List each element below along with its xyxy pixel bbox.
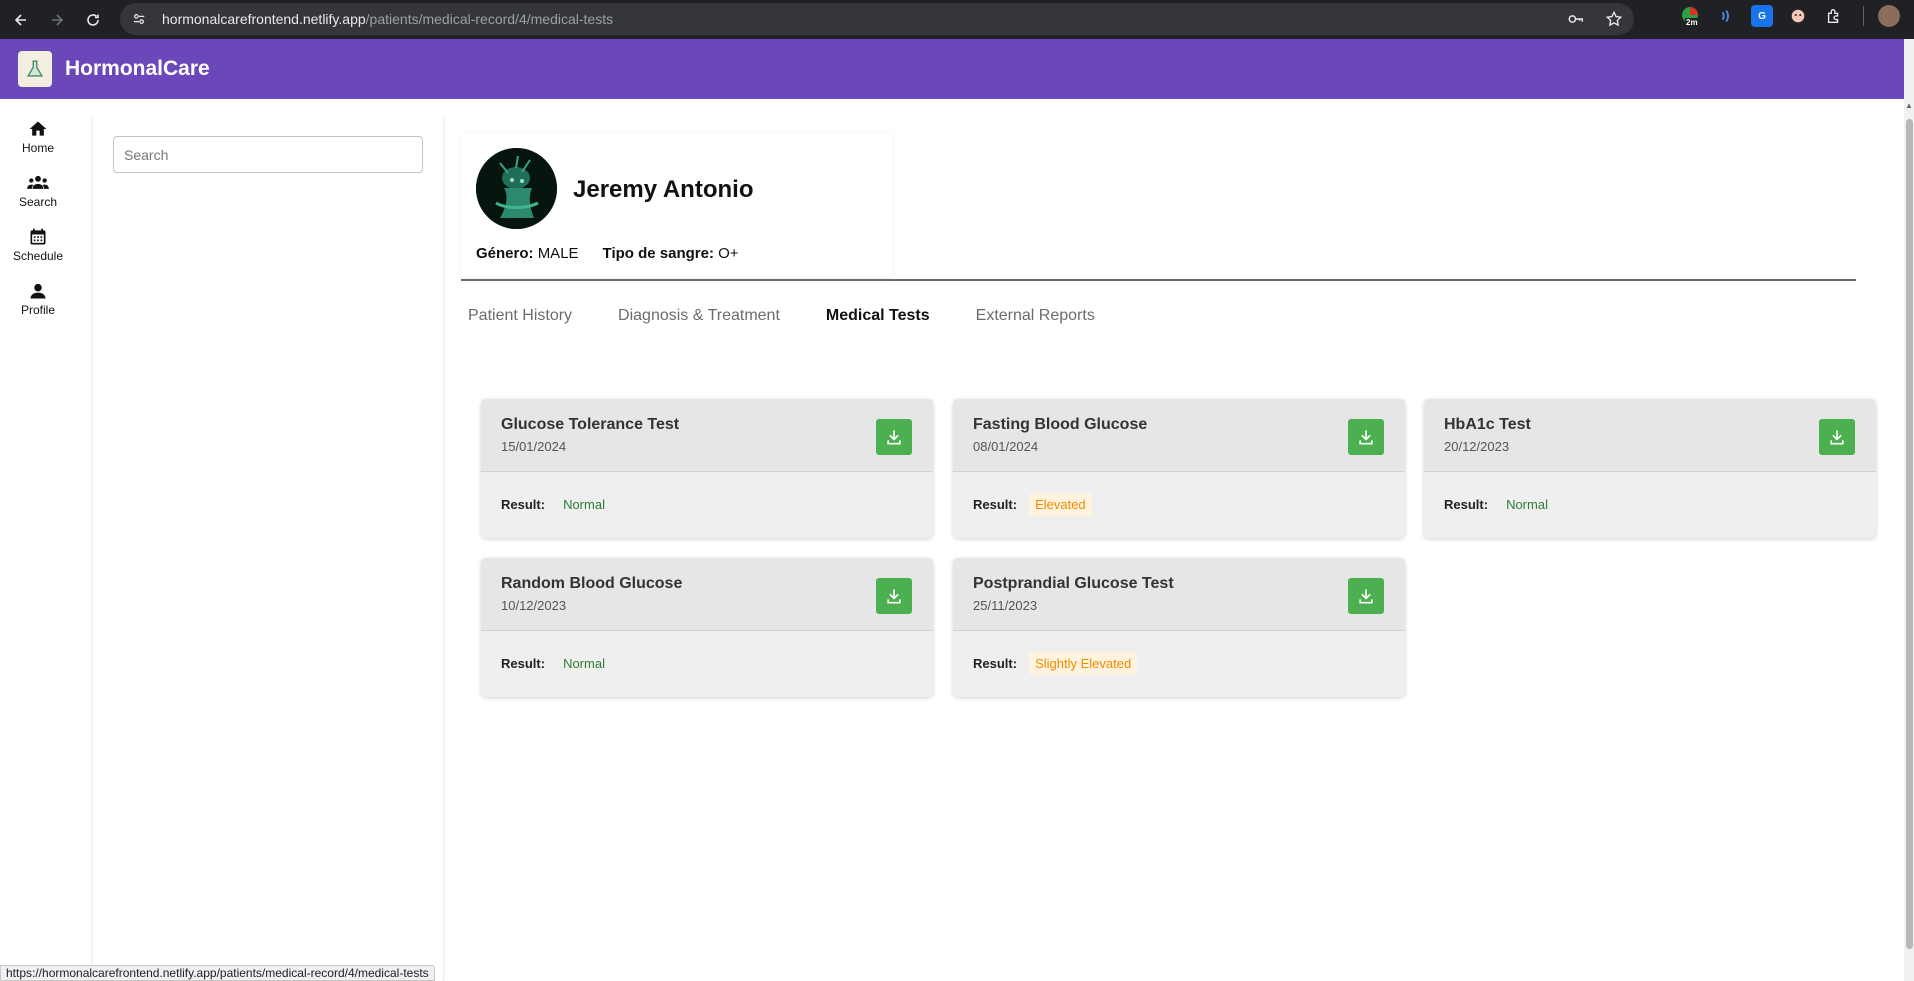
test-card: Fasting Blood Glucose 08/01/2024 Result:… — [953, 399, 1405, 538]
download-button[interactable] — [876, 419, 912, 455]
browser-toolbar: hormonalcarefrontend.netlify.app/patient… — [0, 0, 1914, 39]
download-icon — [887, 430, 901, 445]
record-tabs: Patient History Diagnosis & Treatment Me… — [468, 304, 1141, 328]
reload-icon — [87, 13, 99, 26]
patient-avatar — [476, 148, 557, 229]
test-date: 08/01/2024 — [973, 439, 1039, 454]
patient-name: Jeremy Antonio — [573, 176, 754, 203]
search-input[interactable] — [113, 136, 423, 173]
test-date: 20/12/2023 — [1444, 439, 1510, 454]
calendar-icon — [26, 225, 50, 249]
nav-item-search[interactable]: Search — [0, 171, 76, 219]
group-icon — [26, 171, 50, 195]
scroll-up-arrow-icon[interactable]: ▲ — [1905, 101, 1913, 110]
app-logo-icon[interactable] — [18, 51, 52, 87]
test-name: Postprandial Glucose Test — [973, 575, 1174, 592]
gender-field: Género: MALE — [476, 245, 579, 262]
arrow-left-icon — [14, 13, 26, 26]
result-label: Result: — [973, 656, 1018, 671]
result-value: Normal — [1506, 497, 1548, 512]
key-icon[interactable] — [1566, 9, 1586, 29]
puzzle-extension-icon[interactable] — [1823, 5, 1845, 27]
result-value: Normal — [563, 656, 605, 671]
test-date: 10/12/2023 — [501, 598, 567, 613]
download-button[interactable] — [876, 578, 912, 614]
result-value: Elevated — [1029, 493, 1092, 516]
star-icon[interactable] — [1604, 9, 1624, 29]
search-panel — [92, 116, 444, 981]
arrow-right-icon — [52, 13, 64, 26]
blood-type-field: Tipo de sangre: O+ — [602, 245, 739, 262]
test-date: 25/11/2023 — [973, 598, 1038, 613]
tab-medical-tests[interactable]: Medical Tests — [826, 304, 930, 328]
forward-button[interactable] — [45, 8, 69, 32]
test-name: Random Blood Glucose — [501, 575, 683, 592]
face-extension-icon[interactable] — [1787, 5, 1809, 27]
test-name: HbA1c Test — [1444, 416, 1531, 433]
profile-avatar-icon[interactable] — [1878, 5, 1900, 27]
wave-extension-icon[interactable] — [1715, 5, 1737, 27]
test-card: Glucose Tolerance Test 15/01/2024 Result… — [481, 399, 933, 538]
tab-diagnosis-treatment[interactable]: Diagnosis & Treatment — [618, 304, 780, 328]
url-text: hormonalcarefrontend.netlify.app/patient… — [162, 11, 614, 27]
scroll-thumb[interactable] — [1906, 119, 1913, 949]
result-value: Slightly Elevated — [1029, 652, 1138, 675]
download-button[interactable] — [1348, 578, 1384, 614]
download-icon — [1830, 430, 1844, 445]
address-bar[interactable]: hormonalcarefrontend.netlify.app/patient… — [120, 3, 1634, 35]
link-status-bar: https://hormonalcarefrontend.netlify.app… — [0, 965, 435, 981]
app-header: HormonalCare — [0, 39, 1904, 99]
reload-button[interactable] — [81, 8, 105, 32]
tab-patient-history[interactable]: Patient History — [468, 304, 572, 328]
download-button[interactable] — [1348, 419, 1384, 455]
nav-item-profile[interactable]: Profile — [0, 279, 76, 327]
left-navigation: Home Search Schedule Profile — [0, 99, 76, 981]
test-name: Fasting Blood Glucose — [973, 416, 1148, 433]
translate-extension-icon[interactable]: G — [1751, 5, 1773, 27]
test-name: Glucose Tolerance Test — [501, 416, 680, 433]
site-settings-icon[interactable] — [130, 10, 148, 28]
result-label: Result: — [973, 497, 1018, 512]
home-icon — [26, 117, 50, 141]
result-label: Result: — [501, 497, 546, 512]
download-icon — [1359, 430, 1373, 445]
nav-item-schedule[interactable]: Schedule — [0, 225, 76, 273]
download-button[interactable] — [1819, 419, 1855, 455]
section-divider — [461, 279, 1856, 281]
download-icon — [887, 589, 901, 604]
result-label: Result: — [501, 656, 546, 671]
patient-card: Jeremy Antonio Género: MALE Tipo de sang… — [461, 133, 893, 278]
result-label: Result: — [1444, 497, 1489, 512]
test-date: 15/01/2024 — [501, 439, 567, 454]
result-value: Normal — [563, 497, 605, 512]
nav-item-home[interactable]: Home — [0, 117, 76, 165]
page-scrollbar[interactable]: ▲ — [1904, 39, 1914, 981]
app-title[interactable]: HormonalCare — [65, 57, 210, 81]
test-card: HbA1c Test 20/12/2023 Result: Normal — [1424, 399, 1876, 538]
test-card: Postprandial Glucose Test 25/11/2023 Res… — [953, 558, 1405, 697]
test-card: Random Blood Glucose 10/12/2023 Result: … — [481, 558, 933, 697]
download-icon — [1359, 589, 1373, 604]
patient-meta: Género: MALE Tipo de sangre: O+ — [476, 245, 763, 262]
timer-extension-icon[interactable]: 2m — [1679, 5, 1701, 27]
tab-external-reports[interactable]: External Reports — [976, 304, 1095, 328]
back-button[interactable] — [9, 8, 33, 32]
person-icon — [26, 279, 50, 303]
